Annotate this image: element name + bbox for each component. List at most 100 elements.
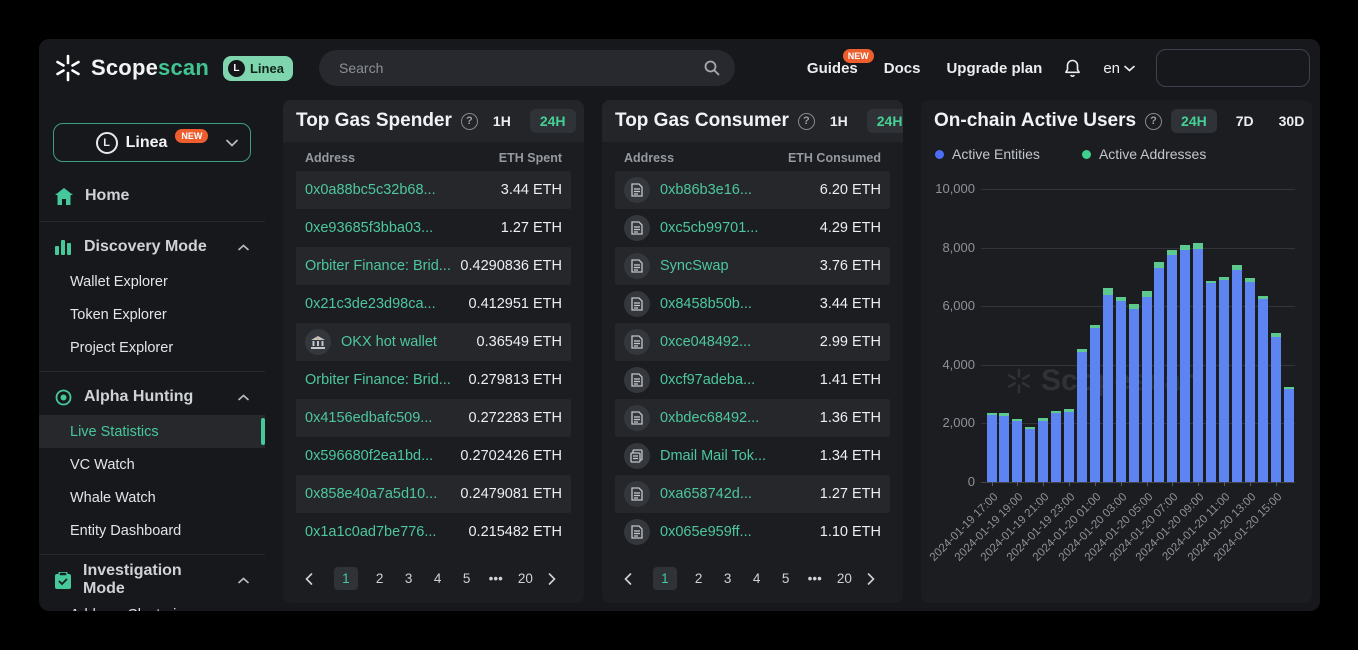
toggle-24h[interactable]: 24H [867,109,903,133]
bar-segment-entities [1116,301,1126,482]
address-link[interactable]: OKX hot wallet [305,329,437,355]
page-button-20[interactable]: 20 [518,571,533,586]
connect-button[interactable] [1156,49,1310,87]
toggle-1h[interactable]: 1H [824,109,854,133]
page-button-1[interactable]: 1 [334,567,358,590]
sidebar-item-address-clustering[interactable]: Address Clustering [39,598,265,611]
nav-link-upgrade-plan[interactable]: Upgrade plan [946,60,1042,77]
address-link[interactable]: 0xc5cb99701... [624,215,758,241]
bar-segment-entities [1284,389,1294,482]
eth-value: 1.10 ETH [820,524,881,540]
notification-bell-icon[interactable] [1063,58,1082,78]
sidebar-item-vc-watch[interactable]: VC Watch [39,448,265,481]
sidebar-section-investigation-mode[interactable]: Investigation Mode [39,562,265,598]
address-link[interactable]: 0x4156edbafc509... [305,410,432,426]
page-button-1[interactable]: 1 [653,567,677,590]
page-button-2[interactable]: 2 [692,571,706,586]
sidebar-item-project-explorer[interactable]: Project Explorer [39,331,265,364]
address-link[interactable]: 0xb86b3e16... [624,177,752,203]
help-icon[interactable]: ? [461,113,478,130]
legend-dot [935,150,944,159]
language-selector[interactable]: en [1103,60,1135,77]
page-button-3[interactable]: 3 [402,571,416,586]
network-select[interactable]: L Linea NEW [53,123,251,162]
sidebar-item-whale-watch[interactable]: Whale Watch [39,481,265,514]
address-link[interactable]: 0xe93685f3bba03... [305,220,433,236]
toggle-24h[interactable]: 24H [530,109,576,133]
page-button-4[interactable]: 4 [750,571,764,586]
next-page-button[interactable] [867,573,881,585]
search-input[interactable] [339,60,703,76]
y-axis-label: 10,000 [923,181,975,196]
more-pages-button[interactable]: ••• [808,571,822,586]
address-link[interactable]: Orbiter Finance: Brid... [305,258,451,274]
page-button-4[interactable]: 4 [431,571,445,586]
bar-segment-entities [1103,295,1113,482]
bar-2024-01-20 16:00 [1284,387,1294,482]
x-axis-tick [1198,482,1199,486]
address-link[interactable]: 0x596680f2ea1bd... [305,448,433,464]
page-button-2[interactable]: 2 [373,571,387,586]
prev-page-button[interactable] [624,573,638,585]
bar-segment-entities [1271,337,1281,482]
page-button-5[interactable]: 5 [460,571,474,586]
address-link[interactable]: 0x0a88bc5c32b68... [305,182,436,198]
gridline [981,482,1295,483]
network-badge: L Linea [223,56,293,81]
legend-item-active-addresses[interactable]: Active Addresses [1082,146,1206,162]
page-button-20[interactable]: 20 [837,571,852,586]
address-link[interactable]: 0x1a1c0ad7be776... [305,524,436,540]
search-bar[interactable] [319,50,735,86]
legend-label: Active Addresses [1099,146,1206,162]
bar-chart-icon [55,240,72,255]
prev-page-button[interactable] [305,573,319,585]
address-link[interactable]: 0xbdec68492... [624,405,759,431]
eth-value: 0.4290836 ETH [460,258,562,274]
chevron-up-icon [238,577,249,584]
page-button-5[interactable]: 5 [779,571,793,586]
gridline [981,189,1295,190]
next-page-button[interactable] [548,573,562,585]
table-row: Orbiter Finance: Brid... 0.279813 ETH [296,361,571,399]
eth-value: 3.44 ETH [820,296,881,312]
search-icon[interactable] [703,59,721,77]
toggle-24h[interactable]: 24H [1171,109,1217,133]
sidebar-item-live-statistics[interactable]: Live Statistics [39,415,265,448]
address-link[interactable]: 0x8458b50b... [624,291,752,317]
help-icon[interactable]: ? [798,113,815,130]
eth-value: 4.29 ETH [820,220,881,236]
sidebar-item-token-explorer[interactable]: Token Explorer [39,298,265,331]
address-link[interactable]: 0xcf97adeba... [624,367,755,393]
legend-item-active-entities[interactable]: Active Entities [935,146,1040,162]
address-link[interactable]: 0x858e40a7a5d10... [305,486,437,502]
toggle-30d[interactable]: 30D [1273,109,1311,133]
address-link[interactable]: 0x21c3de23d98ca... [305,296,436,312]
address-link[interactable]: SyncSwap [624,253,729,279]
address-link[interactable]: 0x065e959ff... [624,519,752,545]
address-link[interactable]: Orbiter Finance: Brid... [305,372,451,388]
eth-value: 0.279813 ETH [468,372,562,388]
address-link[interactable]: 0xce048492... [624,329,751,355]
bar-2024-01-20 01:00 [1090,325,1100,482]
nav-link-docs[interactable]: Docs [884,60,921,77]
toggle-7d[interactable]: 7D [1230,109,1260,133]
bar-2024-01-20 08:00 [1180,245,1190,482]
sidebar-item-entity-dashboard[interactable]: Entity Dashboard [39,514,265,547]
table-row: 0xc5cb99701... 4.29 ETH [615,209,890,247]
contract-icon [624,177,650,203]
page-button-3[interactable]: 3 [721,571,735,586]
sidebar-section-discovery-mode[interactable]: Discovery Mode [39,229,265,265]
bar-2024-01-19 19:00 [1012,419,1022,482]
more-pages-button[interactable]: ••• [489,571,503,586]
help-icon[interactable]: ? [1145,113,1162,130]
address-link[interactable]: Dmail Mail Tok... [624,443,766,469]
sidebar-item-wallet-explorer[interactable]: Wallet Explorer [39,265,265,298]
address-link[interactable]: 0xa658742d... [624,481,752,507]
sidebar-section-alpha-hunting[interactable]: Alpha Hunting [39,379,265,415]
eth-value: 1.36 ETH [820,410,881,426]
toggle-1h[interactable]: 1H [487,109,517,133]
nav-link-guides[interactable]: GuidesNEW [807,60,858,77]
sidebar-item-home[interactable]: Home [39,178,265,214]
bar-2024-01-20 15:00 [1271,333,1281,482]
brand-logo[interactable]: Scopescan L Linea [53,53,293,83]
